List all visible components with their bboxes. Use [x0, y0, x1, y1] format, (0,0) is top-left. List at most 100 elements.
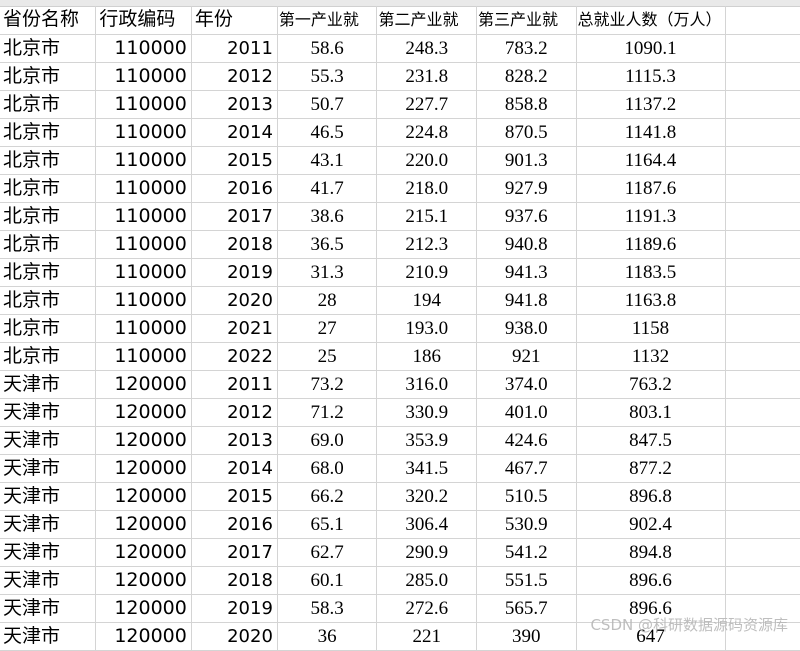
table-cell[interactable]: 46.5: [277, 118, 378, 147]
table-cell[interactable]: 828.2: [476, 62, 577, 91]
header-cell[interactable]: 第三产业就: [476, 6, 577, 35]
header-cell[interactable]: 第二产业就: [376, 6, 477, 35]
header-cell[interactable]: 行政编码: [95, 6, 192, 35]
empty-cell[interactable]: [725, 146, 800, 175]
table-cell[interactable]: 2015: [191, 146, 278, 175]
table-cell[interactable]: 天津市: [0, 398, 97, 427]
table-cell[interactable]: 1163.8: [576, 286, 726, 315]
empty-cell[interactable]: [725, 566, 800, 595]
table-cell[interactable]: 341.5: [376, 454, 477, 483]
table-cell[interactable]: 120000: [95, 622, 192, 651]
table-cell[interactable]: 921: [476, 342, 577, 371]
table-cell[interactable]: 894.8: [576, 538, 726, 567]
table-cell[interactable]: 110000: [95, 146, 192, 175]
table-cell[interactable]: 天津市: [0, 454, 97, 483]
table-cell[interactable]: 1187.6: [576, 174, 726, 203]
table-cell[interactable]: 901.3: [476, 146, 577, 175]
table-cell[interactable]: 120000: [95, 538, 192, 567]
empty-cell[interactable]: [725, 258, 800, 287]
table-cell[interactable]: 2022: [191, 342, 278, 371]
table-cell[interactable]: 北京市: [0, 230, 97, 259]
header-cell[interactable]: 总就业人数（万人）: [576, 6, 726, 35]
table-cell[interactable]: 天津市: [0, 426, 97, 455]
empty-cell[interactable]: [725, 342, 800, 371]
table-cell[interactable]: 248.3: [376, 34, 477, 63]
table-cell[interactable]: 110000: [95, 230, 192, 259]
table-cell[interactable]: 224.8: [376, 118, 477, 147]
table-cell[interactable]: 231.8: [376, 62, 477, 91]
table-cell[interactable]: 110000: [95, 118, 192, 147]
table-cell[interactable]: 天津市: [0, 510, 97, 539]
table-cell[interactable]: 424.6: [476, 426, 577, 455]
empty-cell[interactable]: [725, 230, 800, 259]
table-cell[interactable]: 2017: [191, 202, 278, 231]
table-cell[interactable]: 110000: [95, 342, 192, 371]
empty-cell[interactable]: [725, 314, 800, 343]
empty-cell[interactable]: [725, 118, 800, 147]
table-cell[interactable]: 2011: [191, 34, 278, 63]
empty-cell[interactable]: [725, 202, 800, 231]
table-cell[interactable]: 467.7: [476, 454, 577, 483]
table-cell[interactable]: 194: [376, 286, 477, 315]
table-cell[interactable]: 2011: [191, 370, 278, 399]
table-cell[interactable]: 783.2: [476, 34, 577, 63]
table-cell[interactable]: 58.3: [277, 594, 378, 623]
table-cell[interactable]: 120000: [95, 370, 192, 399]
table-cell[interactable]: 306.4: [376, 510, 477, 539]
table-cell[interactable]: 1158: [576, 314, 726, 343]
empty-cell[interactable]: [725, 34, 800, 63]
table-cell[interactable]: 858.8: [476, 90, 577, 119]
header-cell[interactable]: 省份名称: [0, 6, 97, 35]
empty-cell[interactable]: [725, 426, 800, 455]
table-cell[interactable]: 31.3: [277, 258, 378, 287]
table-cell[interactable]: 2020: [191, 286, 278, 315]
table-cell[interactable]: 28: [277, 286, 378, 315]
table-cell[interactable]: 北京市: [0, 202, 97, 231]
table-cell[interactable]: 940.8: [476, 230, 577, 259]
table-cell[interactable]: 530.9: [476, 510, 577, 539]
table-cell[interactable]: 870.5: [476, 118, 577, 147]
table-cell[interactable]: 北京市: [0, 62, 97, 91]
table-cell[interactable]: 1141.8: [576, 118, 726, 147]
table-cell[interactable]: 220.0: [376, 146, 477, 175]
header-cell[interactable]: 年份: [191, 6, 278, 35]
table-cell[interactable]: 1164.4: [576, 146, 726, 175]
table-cell[interactable]: 390: [476, 622, 577, 651]
table-cell[interactable]: 2012: [191, 62, 278, 91]
table-cell[interactable]: 227.7: [376, 90, 477, 119]
table-cell[interactable]: 221: [376, 622, 477, 651]
header-cell[interactable]: 第一产业就: [277, 6, 378, 35]
table-cell[interactable]: 北京市: [0, 342, 97, 371]
table-cell[interactable]: 73.2: [277, 370, 378, 399]
table-cell[interactable]: 60.1: [277, 566, 378, 595]
table-cell[interactable]: 2014: [191, 118, 278, 147]
table-cell[interactable]: 天津市: [0, 566, 97, 595]
table-cell[interactable]: 1090.1: [576, 34, 726, 63]
table-cell[interactable]: 120000: [95, 510, 192, 539]
table-cell[interactable]: 565.7: [476, 594, 577, 623]
table-cell[interactable]: 941.8: [476, 286, 577, 315]
table-cell[interactable]: 374.0: [476, 370, 577, 399]
table-cell[interactable]: 763.2: [576, 370, 726, 399]
table-cell[interactable]: 北京市: [0, 174, 97, 203]
table-cell[interactable]: 1183.5: [576, 258, 726, 287]
table-cell[interactable]: 1137.2: [576, 90, 726, 119]
table-cell[interactable]: 北京市: [0, 286, 97, 315]
table-cell[interactable]: 55.3: [277, 62, 378, 91]
table-cell[interactable]: 1189.6: [576, 230, 726, 259]
table-cell[interactable]: 1132: [576, 342, 726, 371]
table-cell[interactable]: 877.2: [576, 454, 726, 483]
table-cell[interactable]: 937.6: [476, 202, 577, 231]
table-cell[interactable]: 110000: [95, 34, 192, 63]
empty-cell[interactable]: [725, 398, 800, 427]
table-cell[interactable]: 北京市: [0, 146, 97, 175]
table-cell[interactable]: 272.6: [376, 594, 477, 623]
table-cell[interactable]: 1115.3: [576, 62, 726, 91]
table-cell[interactable]: 110000: [95, 202, 192, 231]
table-cell[interactable]: 401.0: [476, 398, 577, 427]
table-cell[interactable]: 110000: [95, 258, 192, 287]
empty-cell[interactable]: [725, 286, 800, 315]
table-cell[interactable]: 2019: [191, 258, 278, 287]
table-cell[interactable]: 68.0: [277, 454, 378, 483]
table-cell[interactable]: 36.5: [277, 230, 378, 259]
